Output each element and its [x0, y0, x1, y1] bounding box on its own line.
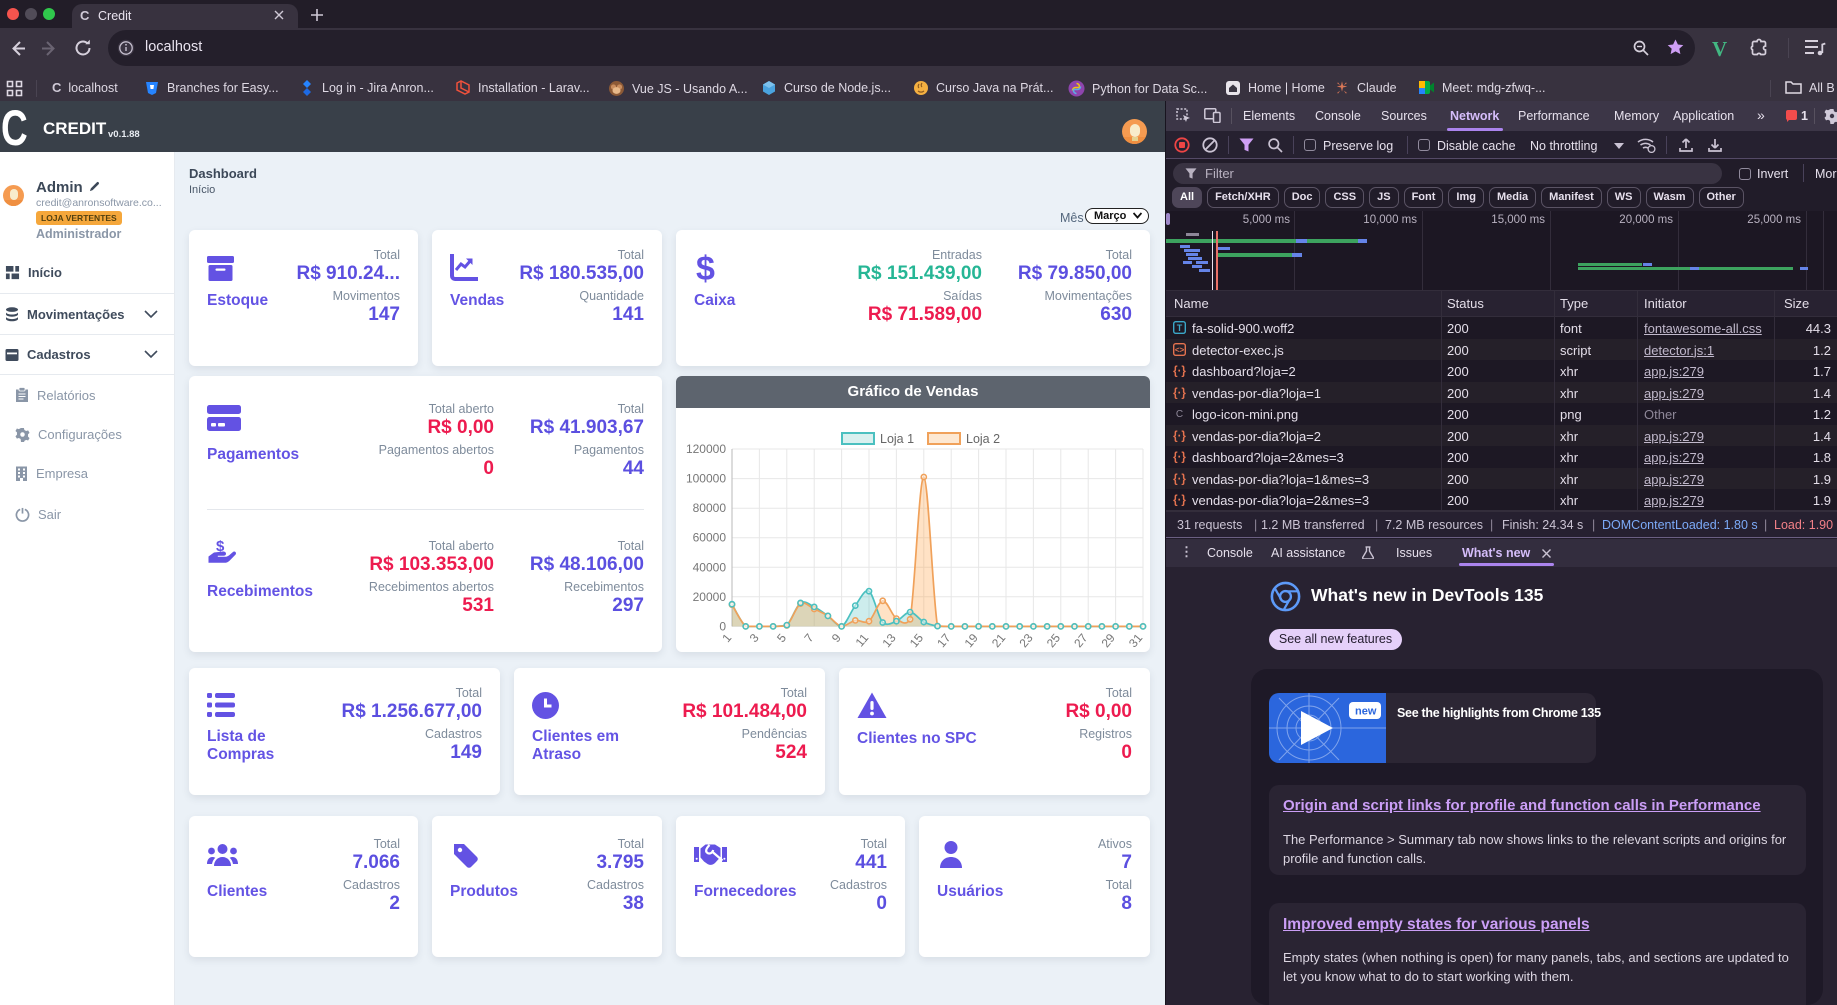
svg-text:13: 13 — [879, 631, 899, 650]
svg-text:7: 7 — [801, 631, 816, 645]
svg-text:{·}: {·} — [1173, 452, 1186, 464]
svg-text:{·}: {·} — [1173, 366, 1186, 378]
svg-text:17: 17 — [934, 631, 954, 650]
svg-text:120000: 120000 — [686, 442, 726, 456]
svg-text:100000: 100000 — [686, 472, 726, 486]
svg-text:Loja 1: Loja 1 — [880, 432, 914, 446]
svg-text:9: 9 — [829, 631, 844, 645]
svg-text:{·}: {·} — [1173, 430, 1186, 442]
svg-text:20000: 20000 — [693, 590, 727, 604]
svg-text:15: 15 — [907, 631, 927, 650]
svg-text:C: C — [1176, 409, 1183, 420]
svg-text:80000: 80000 — [693, 501, 727, 515]
svg-text:29: 29 — [1099, 631, 1119, 650]
svg-text:27: 27 — [1071, 631, 1091, 650]
svg-text:{·}: {·} — [1173, 387, 1186, 399]
svg-text:25: 25 — [1044, 631, 1064, 650]
svg-text:40000: 40000 — [693, 560, 727, 574]
svg-text:21: 21 — [989, 631, 1009, 650]
svg-text:new: new — [1355, 706, 1377, 718]
svg-text:3: 3 — [747, 631, 762, 645]
svg-text:Loja 2: Loja 2 — [966, 432, 1000, 446]
svg-text:31: 31 — [1126, 631, 1146, 650]
svg-text:{·}: {·} — [1173, 473, 1186, 485]
svg-text:1: 1 — [719, 631, 734, 645]
svg-text:60000: 60000 — [693, 531, 727, 545]
svg-text:<>: <> — [1175, 345, 1185, 354]
svg-text:11: 11 — [853, 631, 872, 650]
svg-text:T: T — [1177, 323, 1183, 333]
svg-text:23: 23 — [1016, 631, 1036, 650]
svg-text:{·}: {·} — [1173, 495, 1186, 507]
svg-text:19: 19 — [962, 631, 982, 650]
svg-text:5: 5 — [774, 631, 789, 645]
